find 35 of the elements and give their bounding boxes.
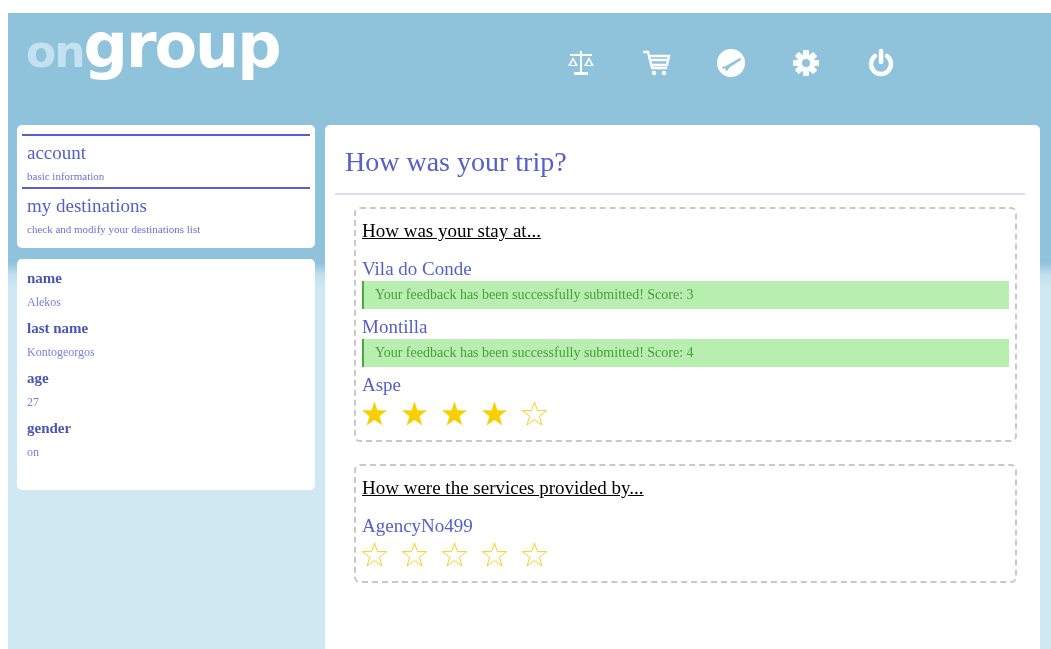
empty-star-icon[interactable] — [362, 542, 387, 567]
field-label: name — [27, 269, 63, 287]
field-value: on — [27, 445, 40, 459]
success-message: Your feedback has been successfully submitted! Score: 3 — [362, 281, 1009, 309]
destination-name: AgencyNo499 — [362, 514, 474, 538]
field-label: age — [27, 369, 50, 387]
empty-star-icon[interactable] — [522, 542, 547, 567]
nav-description: basic information — [27, 170, 106, 183]
settings-icon[interactable] — [791, 48, 821, 78]
filled-star-icon[interactable] — [442, 401, 467, 426]
nav-description: check and modify your destinations list — [27, 223, 202, 236]
page-title: How was your trip? — [345, 145, 568, 179]
destination-name: Vila do Conde — [362, 257, 473, 281]
nav-link[interactable]: my destinations — [27, 195, 310, 217]
field-value: 27 — [27, 395, 40, 409]
power-icon[interactable] — [866, 48, 896, 78]
scales-icon[interactable] — [566, 48, 596, 78]
field-value: Alekos — [27, 295, 62, 309]
destination-name: Montilla — [362, 315, 429, 339]
section-heading: How was your stay at... — [362, 219, 541, 243]
filled-star-icon[interactable] — [402, 401, 427, 426]
field-label: last name — [27, 319, 90, 337]
section-heading: How were the services provided by... — [362, 476, 644, 500]
empty-star-icon[interactable] — [522, 401, 547, 426]
success-message: Your feedback has been successfully submitted! Score: 4 — [362, 339, 1009, 367]
nav-link[interactable]: account — [27, 142, 310, 164]
empty-star-icon[interactable] — [482, 542, 507, 567]
empty-star-icon[interactable] — [442, 542, 467, 567]
field-label: gender — [27, 419, 73, 437]
field-value: Kontogeorgos — [27, 345, 96, 359]
empty-star-icon[interactable] — [402, 542, 427, 567]
destination-name: Aspe — [362, 373, 403, 397]
filled-star-icon[interactable] — [362, 401, 387, 426]
filled-star-icon[interactable] — [482, 401, 507, 426]
cart-icon[interactable] — [641, 48, 671, 78]
